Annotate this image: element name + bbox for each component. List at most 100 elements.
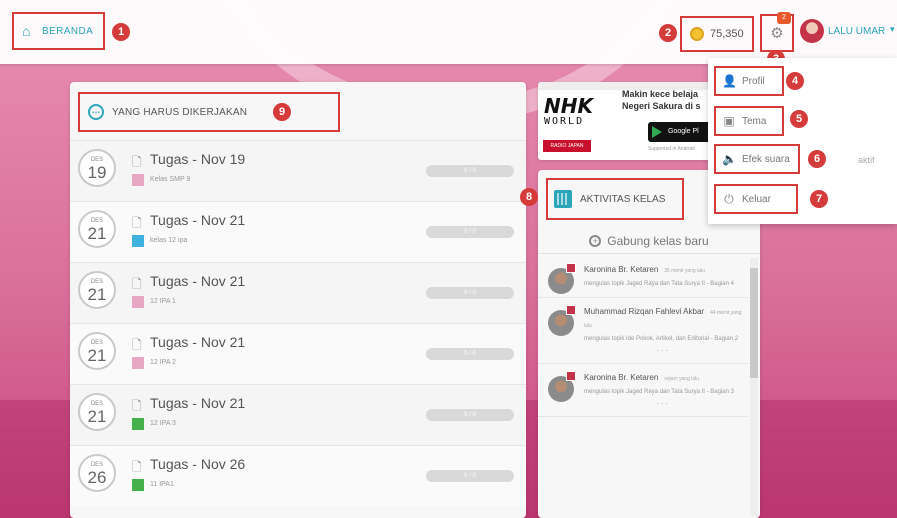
progress-pill: 0 / 0 (426, 287, 514, 299)
task-title[interactable]: Tugas - Nov 26 (150, 456, 245, 472)
feed-text: mengulas topik Ide Pokok, Artikel, dan E… (584, 336, 739, 342)
class-name: 12 IPA 3 (150, 420, 176, 427)
speaker-icon: 🔈 (722, 152, 737, 166)
join-class-button[interactable]: + Gabung kelas baru (538, 228, 760, 254)
menu-item-label: Efek suara (742, 153, 790, 165)
user-dropdown-menu: 👤 Profil 4 ▣ Tema 5 🔈 Efek suara 6 aktif… (708, 58, 897, 224)
feed-item[interactable]: Karonina Br. Ketaren sejam yang lalu meng… (538, 364, 748, 417)
chevron-down-icon[interactable]: ▾ (890, 24, 895, 35)
task-title[interactable]: Tugas - Nov 21 (150, 334, 245, 350)
document-icon: 🗋 (132, 460, 142, 474)
user-name[interactable]: LALU UMAR (828, 26, 885, 37)
progress-pill: 0 / 0 (426, 226, 514, 238)
plus-icon: + (589, 234, 602, 247)
feed-name: Karonina Br. Ketaren sejam yang lalu (584, 372, 742, 385)
date-badge: DES 21 (78, 393, 116, 431)
class-name: Kelas SMP 9 (150, 176, 191, 183)
task-title[interactable]: Tugas - Nov 21 (150, 212, 245, 228)
menu-item-label: Tema (742, 115, 767, 127)
task-row[interactable]: DES 26 🗋 Tugas - Nov 26 11 IPA1 0 / 0 (70, 445, 526, 506)
class-name: 12 IPA 2 (150, 359, 176, 366)
marker-9: 9 (273, 103, 291, 121)
coin-icon (690, 27, 704, 41)
feed-author: Karonina Br. Ketaren (584, 373, 659, 382)
class-color-swatch (132, 235, 144, 247)
class-color-swatch (132, 357, 144, 369)
feed-name: Karonina Br. Ketaren 35 menit yang lalu (584, 264, 742, 277)
date-badge: DES 26 (78, 454, 116, 492)
banner-headline-line-1: Makin kece belaja (622, 89, 699, 99)
tasks-title: YANG HARUS DIKERJAKAN (112, 106, 248, 118)
date-day: 21 (87, 224, 107, 243)
banner-headline: Makin kece belaja Negeri Sakura di s (622, 88, 701, 112)
task-list: DES 19 🗋 Tugas - Nov 19 Kelas SMP 9 0 / … (70, 140, 526, 506)
scroll-thumb[interactable] (750, 268, 758, 378)
feed-author: Karonina Br. Ketaren (584, 265, 659, 274)
notification-badge: 2 (777, 12, 791, 24)
feed-time: sejam yang lalu (664, 376, 700, 382)
nhk-logo: NHK (544, 94, 593, 118)
class-color-swatch (132, 479, 144, 491)
progress-pill: 0 / 0 (426, 348, 514, 360)
marker-5: 5 (790, 110, 808, 128)
menu-item-logout[interactable]: ⏻ Keluar (714, 184, 798, 214)
settings-button[interactable]: ⚙ 2 (760, 12, 794, 52)
tasks-header: … YANG HARUS DIKERJAKAN (78, 92, 340, 132)
document-icon: 🗋 (132, 155, 142, 169)
more-dots[interactable]: ··· (584, 346, 742, 355)
task-row[interactable]: DES 21 🗋 Tugas - Nov 21 12 IPA 3 0 / 0 (70, 384, 526, 445)
task-row[interactable]: DES 21 🗋 Tugas - Nov 21 kelas 12 ipa 0 /… (70, 201, 526, 262)
activity-icon (554, 190, 572, 208)
play-store-icon (652, 126, 662, 138)
feed-time: 35 menit yang lalu (664, 268, 705, 274)
task-row[interactable]: DES 21 🗋 Tugas - Nov 21 12 IPA 2 0 / 0 (70, 323, 526, 384)
class-color-swatch (132, 296, 144, 308)
marker-1: 1 (112, 23, 130, 41)
date-day: 26 (87, 468, 107, 487)
coin-value: 75,350 (710, 28, 744, 40)
marker-6: 6 (808, 150, 826, 168)
more-dots[interactable]: ··· (584, 399, 742, 408)
feed-scrollbar[interactable] (750, 258, 758, 516)
join-class-label: Gabung kelas baru (607, 233, 709, 248)
activity-header: AKTIVITAS KELAS (546, 178, 684, 220)
marker-2: 2 (659, 24, 677, 42)
task-row[interactable]: DES 19 🗋 Tugas - Nov 19 Kelas SMP 9 0 / … (70, 140, 526, 201)
class-name: kelas 12 ipa (150, 237, 188, 244)
task-row[interactable]: DES 21 🗋 Tugas - Nov 21 12 IPA 1 0 / 0 (70, 262, 526, 323)
date-badge: DES 21 (78, 332, 116, 370)
class-color-swatch (132, 174, 144, 186)
coin-balance[interactable]: 75,350 (680, 16, 754, 52)
radio-japan-label: RADIO JAPAN (543, 140, 591, 152)
progress-pill: 0 / 0 (426, 165, 514, 177)
ellipsis-icon: … (88, 104, 104, 120)
menu-item-profile[interactable]: 👤 Profil (714, 66, 784, 96)
document-icon: 🗋 (132, 338, 142, 352)
task-title[interactable]: Tugas - Nov 21 (150, 395, 245, 411)
marker-4: 4 (786, 72, 804, 90)
nhk-ad-banner[interactable]: NHK WORLD RADIO JAPAN Makin kece belaja … (538, 82, 716, 160)
feed-item[interactable]: Karonina Br. Ketaren 35 menit yang lalu m… (538, 256, 748, 298)
feed-item[interactable]: Muhammad Rizqan Fahlevi Akbar 44 menit ya… (538, 298, 748, 364)
avatar[interactable] (800, 19, 824, 43)
date-badge: DES 19 (78, 149, 116, 187)
activity-feed: Karonina Br. Ketaren 35 menit yang lalu m… (538, 256, 748, 417)
home-link[interactable]: ⌂ BERANDA (12, 12, 105, 50)
class-name: 11 IPA1 (150, 481, 174, 488)
feed-name: Muhammad Rizqan Fahlevi Akbar 44 menit ya… (584, 306, 742, 332)
sound-status[interactable]: aktif (858, 155, 875, 165)
menu-item-sound-effects[interactable]: 🔈 Efek suara (714, 144, 800, 174)
task-title[interactable]: Tugas - Nov 21 (150, 273, 245, 289)
class-color-swatch (132, 418, 144, 430)
progress-pill: 0 / 0 (426, 470, 514, 482)
document-icon: 🗋 (132, 399, 142, 413)
gear-icon: ⚙ (770, 25, 784, 42)
menu-item-label: Keluar (742, 193, 771, 205)
menu-item-theme[interactable]: ▣ Tema (714, 106, 784, 136)
date-day: 21 (87, 285, 107, 304)
task-title[interactable]: Tugas - Nov 19 (150, 151, 245, 167)
feed-author: Muhammad Rizqan Fahlevi Akbar (584, 307, 705, 316)
user-icon: 👤 (722, 74, 737, 88)
class-badge-icon (566, 371, 576, 381)
document-icon: 🗋 (132, 277, 142, 291)
